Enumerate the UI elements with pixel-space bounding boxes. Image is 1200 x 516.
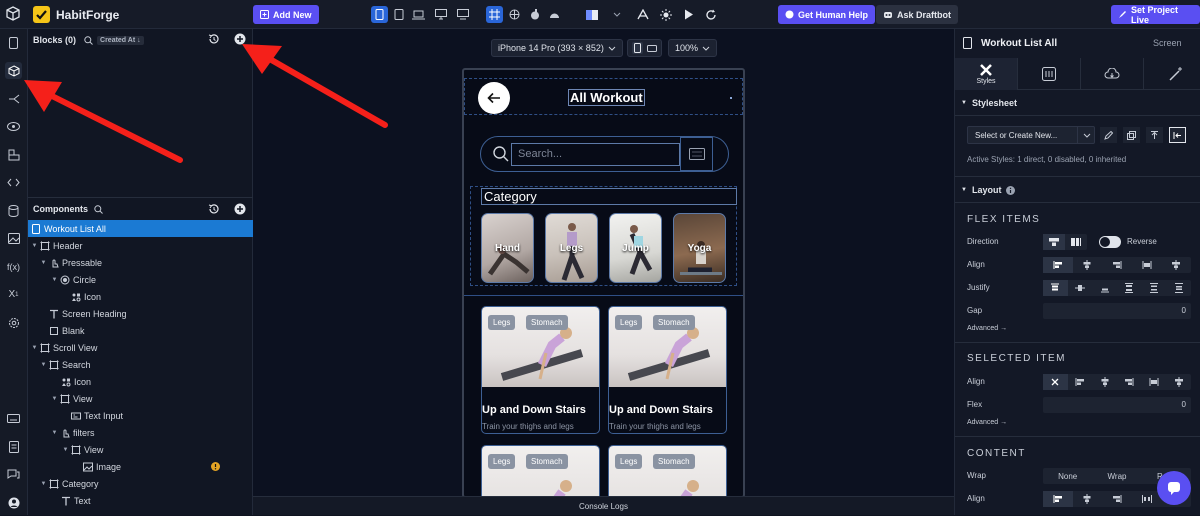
red-arrow-to-add <box>265 55 388 128</box>
red-arrow-head <box>242 44 282 74</box>
annotation-arrows <box>24 44 388 163</box>
red-arrow-to-blocks <box>49 93 183 163</box>
